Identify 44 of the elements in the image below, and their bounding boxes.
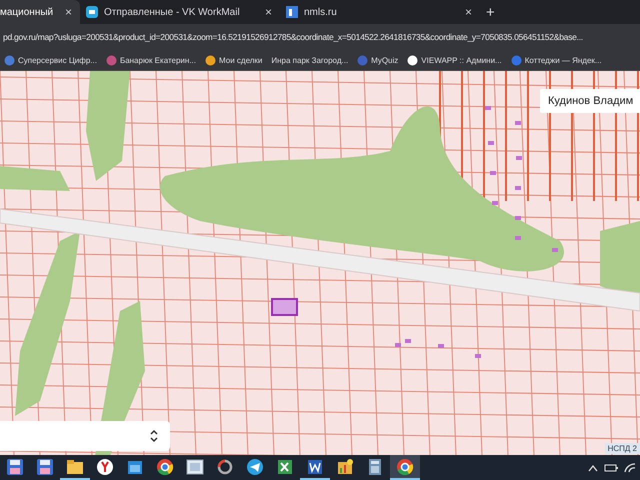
battery-icon bbox=[604, 462, 618, 472]
browser-tab[interactable]: nmls.ru × bbox=[280, 0, 480, 24]
bookmark[interactable]: MyQuiz bbox=[357, 54, 398, 66]
bookmark[interactable]: Мои сделки bbox=[205, 54, 262, 66]
chrome-icon bbox=[156, 458, 174, 476]
map-attribution: НСПД 2 bbox=[604, 443, 640, 454]
folder-icon bbox=[66, 458, 84, 476]
chart-icon bbox=[336, 458, 354, 476]
paper-plane-icon bbox=[246, 458, 264, 476]
window-icon bbox=[186, 458, 204, 476]
chevron-updown-icon bbox=[150, 429, 158, 443]
site-icon bbox=[357, 54, 368, 66]
browser-icon bbox=[96, 458, 114, 476]
tab-label: nmls.ru bbox=[304, 6, 338, 18]
bookmark[interactable]: Инра парк Загород... bbox=[271, 56, 348, 64]
site-icon bbox=[205, 54, 216, 66]
site-icon bbox=[106, 54, 117, 66]
mail-icon bbox=[86, 6, 98, 18]
tab-label: Отправленные - VK WorkMail bbox=[104, 6, 241, 18]
document-icon bbox=[306, 458, 324, 476]
ring-icon bbox=[216, 458, 234, 476]
building-icon bbox=[286, 6, 298, 18]
site-icon bbox=[407, 54, 418, 66]
chrome-icon bbox=[396, 458, 414, 476]
bookmark[interactable]: Суперсервис Цифр... bbox=[4, 54, 97, 66]
bookmark[interactable]: Коттеджи — Яндек... bbox=[510, 54, 602, 66]
wifi-icon bbox=[624, 462, 636, 472]
bookmark[interactable]: VIEWAPP :: Админи... bbox=[407, 54, 502, 66]
new-tab-button[interactable]: + bbox=[480, 4, 501, 20]
close-button[interactable]: × bbox=[62, 5, 74, 19]
tab-label: мационный bbox=[0, 6, 54, 18]
spreadsheet-icon bbox=[276, 458, 294, 476]
site-icon bbox=[4, 54, 15, 66]
parcel-tooltip: Кудинов Владим bbox=[540, 89, 640, 113]
taskbar-button[interactable] bbox=[390, 455, 420, 480]
browser-tab[interactable]: Отправленные - VK WorkMail × bbox=[80, 0, 280, 24]
close-button[interactable]: × bbox=[262, 5, 274, 19]
browser-tab[interactable]: мационный × bbox=[0, 0, 80, 24]
calculator-icon bbox=[366, 458, 384, 476]
bookmark[interactable]: Банарюк Екатерин... bbox=[106, 54, 196, 66]
close-button[interactable]: × bbox=[462, 5, 474, 19]
selected-parcel[interactable] bbox=[271, 298, 298, 316]
site-icon bbox=[510, 54, 522, 66]
chevron-up-icon bbox=[588, 464, 598, 472]
